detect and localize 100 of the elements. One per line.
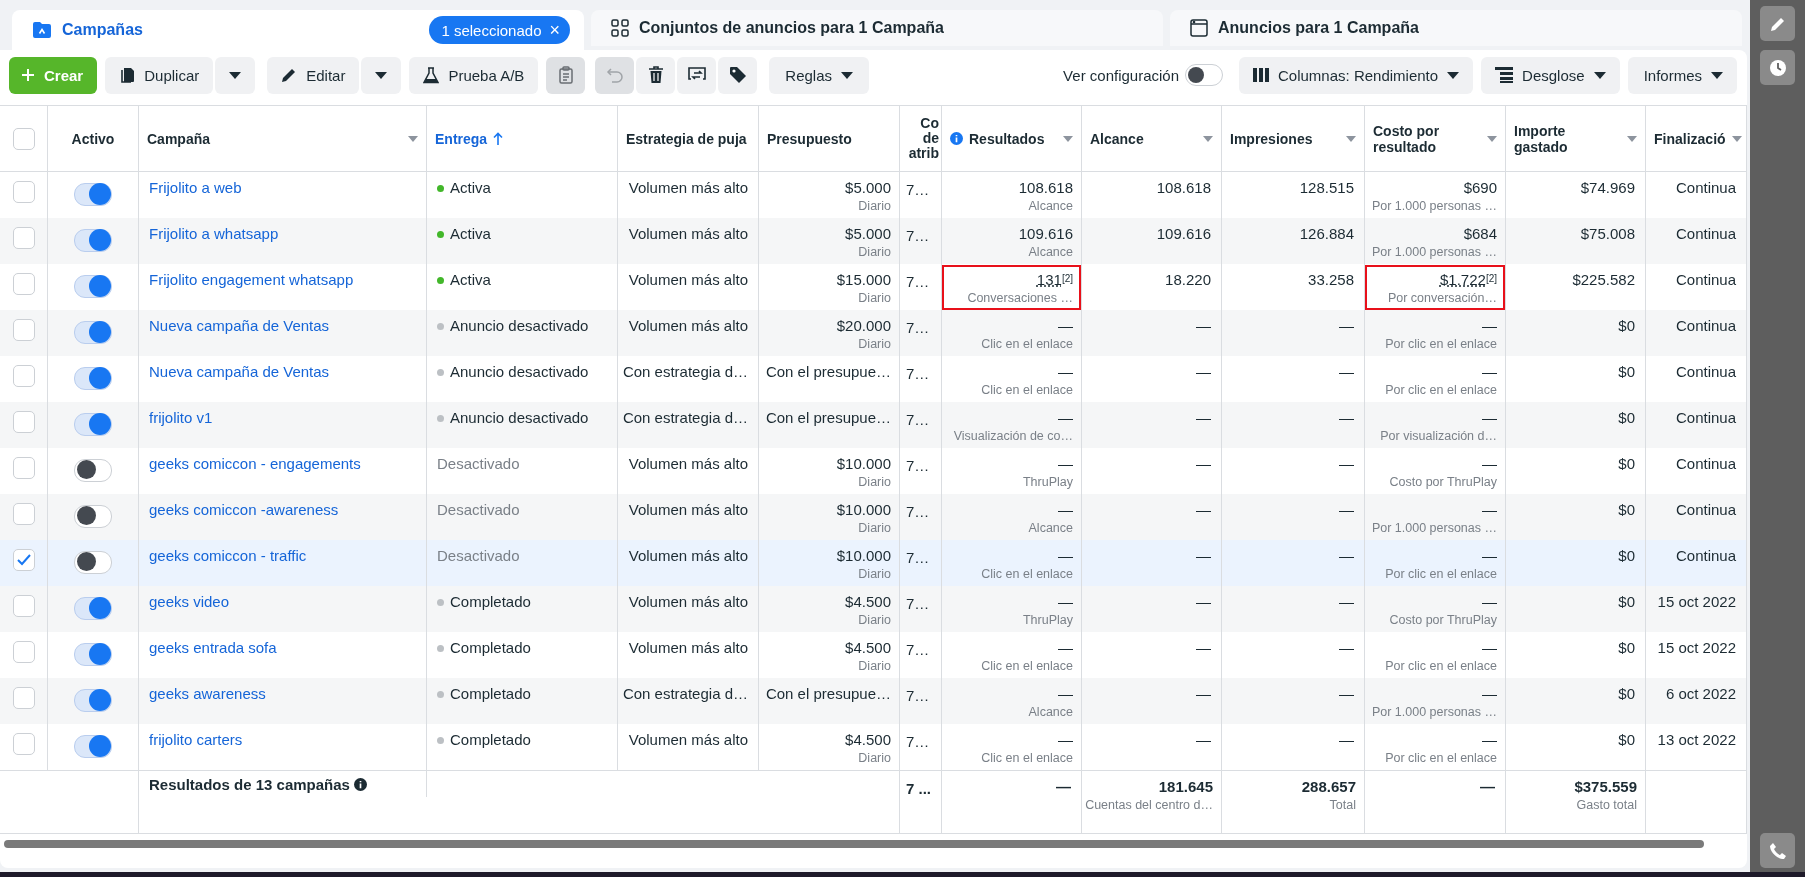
row-checkbox[interactable] [12, 181, 35, 203]
info-icon [950, 132, 963, 145]
column-header[interactable]: Impresiones [1230, 110, 1356, 167]
select-all-checkbox[interactable] [12, 127, 35, 150]
row-checkbox[interactable] [12, 503, 35, 525]
tab-label[interactable]: Conjuntos de anuncios para 1 Campaña [639, 19, 944, 37]
reports-button[interactable]: Informes [1627, 56, 1737, 94]
campaign-link[interactable]: frijolito carters [149, 731, 243, 748]
campaign-link[interactable]: Frijolito a web [149, 179, 242, 196]
cell-caption: Diario [858, 199, 891, 213]
delete-button[interactable] [636, 56, 676, 94]
duplicate-button[interactable]: Duplicar [105, 56, 214, 94]
row-checkbox[interactable] [12, 365, 35, 387]
delivery-status: Desactivado [437, 547, 520, 564]
columns-button[interactable]: Columnas: Rendimiento [1239, 56, 1474, 94]
campaign-link[interactable]: Nueva campaña de Ventas [149, 317, 330, 334]
results-summary: Resultados de 13 campañas [149, 775, 350, 793]
table-cell: Continua [1675, 271, 1736, 288]
row-checkbox[interactable] [12, 641, 35, 663]
table-cell: — [1058, 363, 1073, 380]
column-header[interactable]: Estrategia de puja [626, 110, 750, 167]
active-toggle[interactable] [74, 459, 112, 482]
close-icon[interactable]: × [549, 21, 560, 39]
delivery-status: Activa [450, 179, 491, 196]
column-header[interactable]: Alcance [1090, 110, 1213, 167]
active-toggle[interactable] [74, 505, 112, 528]
delivery-status: Completado [450, 685, 531, 702]
column-header[interactable]: Campaña [147, 110, 418, 167]
delivery-status: Desactivado [437, 455, 520, 472]
column-header[interactable]: Co de atrib [904, 108, 939, 169]
table-cell: $4.500 [845, 731, 891, 748]
campaign-link[interactable]: geeks video [149, 593, 230, 610]
active-toggle[interactable] [74, 183, 112, 206]
scrollbar[interactable] [4, 840, 1704, 848]
active-toggle[interactable] [74, 229, 112, 252]
view-settings-toggle[interactable] [1185, 64, 1223, 86]
row-checkbox[interactable] [12, 595, 35, 617]
table-cell: — [1339, 685, 1354, 702]
row-checkbox[interactable] [12, 457, 35, 479]
selection-badge[interactable]: 1 seleccionado × [429, 16, 570, 44]
edit-button[interactable]: Editar [267, 56, 360, 94]
campaign-link[interactable]: geeks awareness [149, 685, 266, 702]
table-cell: $15.000 [836, 271, 891, 288]
active-toggle[interactable] [74, 597, 112, 620]
tab[interactable]: Anuncios para 1 Campaña [1170, 10, 1742, 46]
edit-button[interactable] [1760, 6, 1795, 41]
sort-caret-icon [1627, 135, 1637, 142]
row-checkbox[interactable] [12, 273, 35, 295]
tab[interactable]: Conjuntos de anuncios para 1 Campaña [591, 10, 1163, 46]
history-button[interactable] [1760, 50, 1795, 85]
active-toggle[interactable] [74, 689, 112, 712]
campaign-link[interactable]: frijolito v1 [149, 409, 213, 426]
check-icon [16, 554, 31, 566]
campaign-link[interactable]: geeks entrada sofa [149, 639, 277, 656]
tag-button[interactable] [718, 56, 758, 94]
active-toggle[interactable] [74, 551, 112, 574]
clipboard-icon [558, 66, 573, 84]
row-checkbox[interactable] [12, 319, 35, 341]
column-header[interactable]: Importe gastado [1514, 110, 1637, 167]
campaign-link[interactable]: Nueva campaña de Ventas [149, 363, 330, 380]
column-header[interactable]: Entrega [435, 110, 609, 167]
cell-caption: Clic en el enlace [981, 659, 1073, 673]
active-toggle[interactable] [74, 321, 112, 344]
row-checkbox[interactable] [12, 687, 35, 709]
tab-label[interactable]: Campañas [62, 21, 143, 39]
active-toggle[interactable] [74, 735, 112, 758]
campaign-link[interactable]: geeks comiccon - traffic [149, 547, 307, 564]
table-cell: $1.722$^{[2]}$ [1440, 271, 1497, 288]
column-header[interactable]: Costo por resultado [1373, 110, 1497, 167]
dropdown-button[interactable] [215, 56, 256, 94]
table-cell: 7… [906, 181, 930, 198]
campaign-link[interactable]: geeks comiccon -awareness [149, 501, 339, 518]
campaign-link[interactable]: geeks comiccon - engagements [149, 455, 361, 472]
call-button[interactable] [1760, 833, 1795, 868]
campaign-link[interactable]: Frijolito a whatsapp [149, 225, 279, 242]
row-checkbox[interactable] [12, 733, 35, 755]
info-icon[interactable] [353, 777, 367, 791]
rules-button[interactable]: Reglas [769, 56, 869, 94]
row-checkbox[interactable] [12, 411, 35, 433]
swap-button[interactable] [677, 56, 717, 94]
active-toggle[interactable] [74, 643, 112, 666]
window-icon [1190, 19, 1208, 37]
row-checkbox[interactable] [12, 227, 35, 249]
tab-label[interactable]: Anuncios para 1 Campaña [1218, 19, 1419, 37]
rows-icon [1495, 67, 1514, 83]
column-header[interactable]: Finalizació [1654, 110, 1742, 167]
active-toggle[interactable] [74, 413, 112, 436]
table-cell: — [1339, 501, 1354, 518]
breakdown-button[interactable]: Desglose [1481, 56, 1620, 94]
column-header[interactable]: Resultados [950, 110, 1073, 167]
column-header[interactable]: Activo [56, 110, 130, 167]
active-toggle[interactable] [74, 275, 112, 298]
ab-test-button[interactable]: Prueba A/B [409, 56, 539, 94]
row-checkbox[interactable] [12, 549, 35, 571]
active-toggle[interactable] [74, 367, 112, 390]
tab[interactable]: Campañas 1 seleccionado × [12, 10, 584, 50]
table-cell: $225.582 [1572, 271, 1635, 288]
campaign-link[interactable]: Frijolito engagement whatsapp [149, 271, 354, 288]
dropdown-button[interactable] [361, 56, 402, 94]
column-header[interactable]: Presupuesto [767, 110, 891, 167]
